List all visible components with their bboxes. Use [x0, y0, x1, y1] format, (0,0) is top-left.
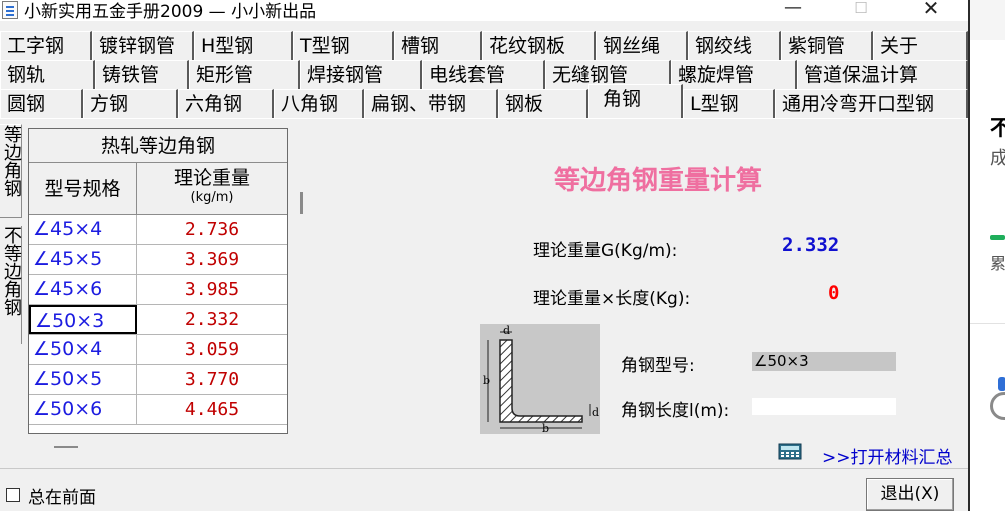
angle-length-label: 角钢长度l(m):	[621, 401, 730, 421]
table-row[interactable]: ∠50×5 3.770	[29, 365, 287, 395]
calculator-icon[interactable]	[778, 443, 802, 460]
tab-insulation-calc[interactable]: 管道保温计算	[797, 60, 968, 89]
tab-welded-pipe[interactable]: 焊接钢管	[300, 60, 422, 89]
diagram-label-d-right: d	[592, 406, 599, 419]
side-tab-equal-angle[interactable]: 等边角钢	[0, 124, 22, 218]
cell-spec[interactable]: ∠50×6	[29, 395, 137, 424]
calc-title: 等边角钢重量计算	[554, 166, 763, 196]
angle-steel-table: 热轧等边角钢 型号规格 理论重量 (kg/m) ∠45×4 2.736 ∠45×5 3…	[28, 128, 288, 434]
background-text-2: 成	[990, 148, 1005, 169]
table-row[interactable]: ∠45×5 3.369	[29, 245, 287, 275]
column-header-weight-label: 理论重量	[173, 167, 250, 189]
background-badge-icon	[998, 377, 1005, 391]
column-header-weight-unit: (kg/m)	[190, 190, 234, 205]
maximize-button[interactable]: ☐	[838, 0, 884, 19]
tab-h-beam[interactable]: H型钢	[194, 31, 293, 60]
tab-steel-plate[interactable]: 钢板	[498, 89, 588, 118]
window-edge	[968, 0, 970, 511]
tab-galvanized-pipe[interactable]: 镀锌钢管	[92, 31, 194, 60]
table-row[interactable]: ∠45×6 3.985	[29, 275, 287, 305]
background-text-3: 累	[990, 254, 1005, 273]
tab-flat-bar[interactable]: 扁钢、带钢	[364, 89, 498, 118]
theoretical-weight-value: 2.332	[782, 234, 840, 256]
background-header	[970, 0, 1005, 40]
cell-spec[interactable]: ∠50×5	[29, 365, 137, 394]
tab-angle-steel[interactable]: 角钢	[588, 84, 683, 118]
window-title: 小新实用五金手册2009 — 小小新出品	[24, 2, 317, 22]
cell-weight[interactable]: 4.465	[137, 395, 287, 424]
close-button[interactable]: ✕	[908, 0, 954, 19]
tab-round-bar[interactable]: 圆钢	[0, 89, 83, 118]
cell-weight[interactable]: 3.985	[137, 275, 287, 304]
tab-conduit[interactable]: 电线套管	[422, 60, 545, 89]
cell-spec[interactable]: ∠45×5	[29, 245, 137, 274]
background-circle-icon	[990, 392, 1005, 420]
table-scroll-indicator[interactable]	[54, 446, 78, 448]
background-window: 不 成 累	[968, 0, 1005, 511]
background-progress-bar	[990, 235, 1005, 240]
footer-bar: 总在前面 退出(X)	[0, 468, 968, 511]
always-on-top-checkbox[interactable]	[6, 488, 20, 502]
title-bar: 小新实用五金手册2009 — 小小新出品 — ☐ ✕	[0, 0, 968, 22]
table-row[interactable]: ∠50×6 4.465	[29, 395, 287, 425]
diagram-label-b-side: b	[483, 374, 490, 387]
angle-section-diagram: d b d b	[480, 324, 600, 435]
angle-type-field: ∠50×3	[752, 352, 896, 371]
always-on-top-label[interactable]: 总在前面	[28, 483, 96, 508]
background-text-1: 不	[990, 116, 1005, 140]
cell-weight[interactable]: 3.770	[137, 365, 287, 394]
cell-spec[interactable]: ∠45×6	[29, 275, 137, 304]
tab-square-bar[interactable]: 方钢	[83, 89, 178, 118]
open-summary-link[interactable]: >>打开材料汇总	[822, 443, 953, 468]
cell-weight[interactable]: 3.059	[137, 335, 287, 364]
tab-rect-tube[interactable]: 矩形管	[189, 60, 300, 89]
table-row[interactable]: ∠45×4 2.736	[29, 215, 287, 245]
tab-i-beam[interactable]: 工字钢	[0, 31, 92, 60]
angle-length-input[interactable]	[752, 398, 896, 415]
cell-spec[interactable]: ∠50×3	[29, 305, 137, 334]
tab-l-beam[interactable]: L型钢	[683, 89, 775, 118]
tab-cold-formed[interactable]: 通用冷弯开口型钢	[775, 89, 968, 118]
tab-hex-bar[interactable]: 六角钢	[178, 89, 274, 118]
tab-row-2: 钢轨 铸铁管 矩形管 焊接钢管 电线套管 无缝钢管 螺旋焊管 管道保温计算	[0, 60, 968, 89]
background-divider	[970, 323, 1005, 324]
tab-row-3: 圆钢 方钢 六角钢 八角钢 扁钢、带钢 钢板 角钢 L型钢 通用冷弯开口型钢	[0, 84, 968, 118]
tab-cast-iron-pipe[interactable]: 铸铁管	[95, 60, 189, 89]
tab-copper-pipe[interactable]: 紫铜管	[781, 31, 873, 60]
column-header-weight[interactable]: 理论重量 (kg/m)	[137, 163, 287, 215]
cell-spec[interactable]: ∠50×4	[29, 335, 137, 364]
diagram-label-b-bottom: b	[542, 422, 549, 434]
app-icon	[2, 1, 18, 19]
weight-times-length-label: 理论重量×长度(Kg):	[533, 289, 691, 309]
tab-octagon-bar[interactable]: 八角钢	[274, 89, 364, 118]
diagram-label-d-top: d	[503, 324, 510, 337]
exit-button[interactable]: 退出(X)	[866, 478, 954, 511]
cell-weight[interactable]: 2.332	[137, 305, 287, 334]
tab-about[interactable]: 关于	[873, 31, 968, 60]
side-tab-unequal-angle[interactable]: 不等边角钢	[0, 226, 22, 344]
table-title: 热轧等边角钢	[29, 129, 287, 163]
tab-row-1: 工字钢 镀锌钢管 H型钢 T型钢 槽钢 花纹钢板 钢丝绳 钢绞线 紫铜管 关于	[0, 31, 968, 60]
tab-strand[interactable]: 钢绞线	[688, 31, 781, 60]
minimize-button[interactable]: —	[770, 0, 816, 19]
tab-checkered-plate[interactable]: 花纹钢板	[482, 31, 596, 60]
cell-weight[interactable]: 3.369	[137, 245, 287, 274]
cell-weight[interactable]: 2.736	[137, 215, 287, 244]
tab-wire-rope[interactable]: 钢丝绳	[596, 31, 688, 60]
tab-spiral-pipe[interactable]: 螺旋焊管	[671, 60, 797, 89]
table-scroll-handle[interactable]	[300, 192, 303, 214]
cell-spec[interactable]: ∠45×4	[29, 215, 137, 244]
table-row[interactable]: ∠50×3 2.332	[29, 305, 287, 335]
app-window: 小新实用五金手册2009 — 小小新出品 — ☐ ✕ 工字钢 镀锌钢管 H型钢 …	[0, 0, 968, 511]
tab-rail[interactable]: 钢轨	[0, 60, 95, 89]
weight-times-length-value: 0	[828, 282, 840, 304]
tab-t-beam[interactable]: T型钢	[293, 31, 394, 60]
angle-type-label: 角钢型号:	[621, 356, 695, 376]
table-row[interactable]: ∠50×4 3.059	[29, 335, 287, 365]
column-header-spec[interactable]: 型号规格	[29, 163, 137, 215]
tab-channel[interactable]: 槽钢	[394, 31, 482, 60]
theoretical-weight-label: 理论重量G(Kg/m):	[533, 241, 678, 261]
